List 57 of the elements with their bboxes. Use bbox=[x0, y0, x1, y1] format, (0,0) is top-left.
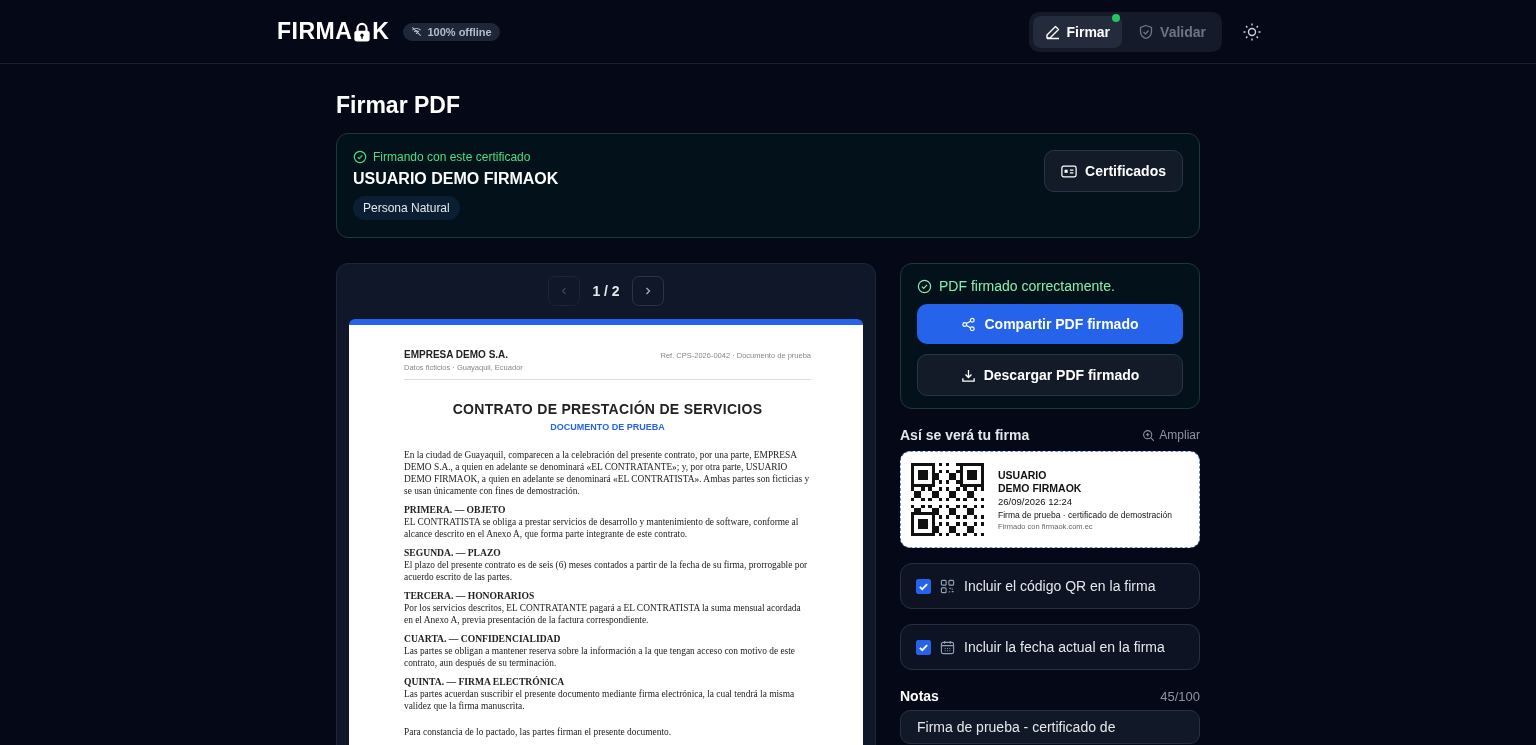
checkmark-icon bbox=[918, 641, 929, 653]
preview-label: Así se verá tu firma bbox=[900, 427, 1030, 443]
mode-tab[interactable]: Validar bbox=[1126, 15, 1218, 48]
share-icon bbox=[961, 316, 977, 332]
logo: FIRMA K bbox=[277, 20, 390, 43]
option-row[interactable]: Incluir la fecha actual en la firma bbox=[900, 624, 1200, 670]
sun-icon bbox=[1242, 21, 1262, 42]
page-indicator: 1 / 2 bbox=[592, 283, 620, 299]
document-paragraph: En la ciudad de Guayaquil, comparecen a la celebración del presente contrato, por una parte, EMPRESA DEMO S.A., a quien en adelante se denominará «EL CONTRATANTE»; y, por otra parte, USUARIO DEMO FIRMAOK, a quien en adelante se denominará «EL CONTRATISTA». Ambas partes son ficticias y se usan únicamente con fines de demostración. bbox=[404, 449, 811, 497]
lock-icon bbox=[353, 21, 372, 43]
certificate-status: Firmando con este certificado bbox=[373, 150, 531, 164]
checkbox[interactable] bbox=[916, 578, 931, 594]
signature-date: 26/09/2026 12:24 bbox=[998, 495, 1073, 507]
option-row[interactable]: Incluir el código QR en la firma bbox=[900, 563, 1200, 609]
clause-text: El plazo del presente contrato es de seis (6) meses contados a partir de la fecha de su firma, prorrogable por acuerdo escrito de las partes. bbox=[404, 559, 809, 583]
certificate-type-tag: Persona Natural bbox=[353, 196, 460, 220]
download-icon bbox=[960, 367, 976, 383]
clause-text: Las partes acuerdan suscribir el presente documento mediante firma electrónica, la cual tendrá la misma validez que la firma manuscrita. bbox=[404, 688, 796, 712]
signer-name: DEMO FIRMAOK bbox=[998, 481, 1083, 495]
clause-heading: PRIMERA. — OBJETO bbox=[404, 504, 507, 516]
company-name: EMPRESA DEMO S.A. bbox=[404, 349, 510, 360]
id-card-icon bbox=[1061, 164, 1078, 178]
share-button[interactable]: Compartir PDF firmado bbox=[917, 304, 1183, 344]
zoom-link[interactable]: Ampliar bbox=[1142, 428, 1200, 442]
certificates-button[interactable]: Certificados bbox=[1044, 150, 1183, 192]
qr-code-icon bbox=[940, 578, 955, 594]
clause-heading: TERCERA. — HONORARIOS bbox=[404, 590, 536, 602]
character-counter: 45/100 bbox=[1160, 688, 1200, 704]
mode-tab[interactable]: Firmar bbox=[1032, 15, 1123, 48]
check-circle-icon bbox=[917, 278, 932, 294]
pen-icon bbox=[1044, 23, 1061, 40]
document-title: CONTRATO DE PRESTACIÓN DE SERVICIOS bbox=[451, 401, 764, 417]
clause-text: Las partes se obligan a mantener reserva sobre la información a la que tengan acceso con motivo de este contrato, aun después de su terminación. bbox=[404, 645, 796, 669]
calendar-icon bbox=[940, 639, 955, 655]
download-button[interactable]: Descargar PDF firmado bbox=[917, 354, 1183, 396]
clause-heading: QUINTA. — FIRMA ELECTRÓNICA bbox=[404, 676, 566, 688]
clause-heading: SEGUNDA. — PLAZO bbox=[404, 547, 502, 559]
shield-check-icon bbox=[1138, 23, 1155, 40]
signer-name: USUARIO bbox=[998, 468, 1048, 482]
page-title: Firmar PDF bbox=[336, 92, 461, 119]
notification-dot bbox=[1112, 13, 1121, 22]
notes-label: Notas bbox=[900, 688, 939, 704]
zoom-in-icon bbox=[1142, 428, 1156, 442]
document-subtitle: DOCUMENTO DE PRUEBA bbox=[549, 422, 666, 432]
clause-text: EL CONTRATISTA se obliga a prestar servicios de desarrollo y mantenimiento de software, conforme al alcance descrito en el Anexo A, que forma parte integrante de este contrato. bbox=[404, 516, 800, 540]
clause-text: Por los servicios descritos, EL CONTRATANTE pagará a EL CONTRATISTA la suma mensual acordada en el Anexo A, previa presentación de la factura correspondiente. bbox=[404, 602, 802, 626]
check-circle-icon bbox=[353, 150, 367, 164]
clause-heading: CUARTA. — CONFIDENCIALIDAD bbox=[404, 633, 562, 645]
wifi-off-icon bbox=[411, 26, 423, 37]
checkmark-icon bbox=[918, 580, 929, 592]
notes-field[interactable]: Firma de prueba - certificado de bbox=[900, 710, 1200, 744]
certificate-holder: USUARIO DEMO FIRMAOK bbox=[353, 170, 559, 188]
offline-badge: 100% offline bbox=[403, 22, 500, 41]
document-paragraph: Para constancia de lo pactado, las partes firman el presente documento. bbox=[404, 726, 673, 738]
success-message: PDF firmado correctamente. bbox=[939, 278, 1115, 294]
signature-reason: Firma de prueba · certificado de demostración bbox=[998, 509, 1172, 520]
checkbox[interactable] bbox=[916, 639, 931, 655]
